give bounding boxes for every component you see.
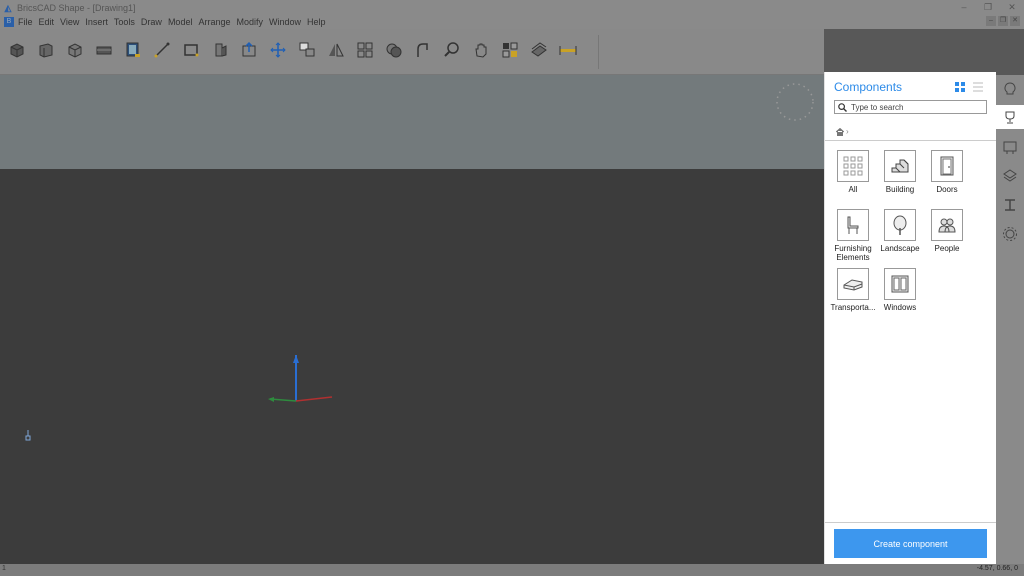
category-landscape[interactable]: Landscape [876,209,924,253]
components-tab-icon[interactable] [1002,109,1018,125]
category-transportation[interactable]: Transporta... [829,268,877,312]
menu-help[interactable]: Help [307,17,326,27]
category-label: Building [885,185,915,194]
menu-modify[interactable]: Modify [236,17,263,27]
mirror-icon[interactable] [324,38,347,61]
menu-file[interactable]: File [18,17,33,27]
rectangle-icon[interactable] [179,38,202,61]
pan-icon[interactable] [469,38,492,61]
zoom-icon[interactable] [440,38,463,61]
status-bar: 1 -4.57, 0.66, 0 [0,564,1024,576]
structure-icon[interactable] [1002,197,1018,213]
menu-bar: B File Edit View Insert Tools Draw Model… [0,15,1024,29]
toolbar-separator [598,35,599,69]
slab-icon[interactable] [92,38,115,61]
status-left-text: 1 [2,565,6,572]
search-icon [838,102,847,112]
menu-model[interactable]: Model [168,17,193,27]
category-people[interactable]: People [923,209,971,253]
search-input[interactable] [851,102,981,112]
list-view-icon[interactable] [973,82,983,92]
category-label: Furnishing Elements [834,244,872,262]
copy-icon[interactable] [295,38,318,61]
wall-icon[interactable] [34,38,57,61]
window-icon[interactable] [121,38,144,61]
window-controls: – ❐ ✕ [952,0,1024,15]
close-button[interactable]: ✕ [1000,0,1024,15]
breadcrumb: › [836,127,849,136]
menu-arrange[interactable]: Arrange [198,17,230,27]
panel-divider [825,522,996,523]
panel-divider [825,140,996,141]
window-pane-icon [891,275,909,293]
people-icon [938,218,956,233]
view-compass-icon[interactable] [774,81,816,123]
car-icon [843,279,863,291]
line-icon[interactable] [150,38,173,61]
components-panel: Components › All Building [824,72,996,564]
coordinate-readout: -4.57, 0.66, 0 [976,565,1018,572]
doc-minimize-button[interactable]: – [986,16,996,26]
category-windows[interactable]: Windows [876,268,924,312]
category-furnishing-elements[interactable]: Furnishing Elements [829,209,877,262]
menu-window[interactable]: Window [269,17,301,27]
ucs-axes-icon [268,355,333,402]
push-pull-icon[interactable] [237,38,260,61]
stairs-icon [891,159,909,173]
cursor-marker-icon [25,430,31,441]
library-icon[interactable] [1002,139,1018,155]
minimize-button[interactable]: – [952,0,976,15]
right-panel-bar [996,75,1024,564]
create-component-button[interactable]: Create component [834,529,987,558]
layers-panel-icon[interactable] [1002,168,1018,184]
doc-close-button[interactable]: ✕ [1010,16,1020,26]
category-label: All [848,185,858,194]
document-icon[interactable]: B [4,17,14,27]
union-icon[interactable] [382,38,405,61]
panel-title: Components [834,80,903,94]
menu-insert[interactable]: Insert [85,17,108,27]
title-bar: ◭ BricsCAD Shape - [Drawing1] – ❐ ✕ [0,0,1024,15]
settings-gear-icon[interactable] [1002,226,1018,242]
chevron-right-icon: › [846,127,849,136]
materials-icon[interactable] [527,38,550,61]
doc-restore-button[interactable]: ❐ [998,16,1008,26]
menu-tools[interactable]: Tools [114,17,135,27]
category-building[interactable]: Building [876,150,924,194]
menu-draw[interactable]: Draw [141,17,162,27]
box-icon[interactable] [5,38,28,61]
chair-icon [847,216,859,234]
dimension-icon[interactable] [556,38,579,61]
window-title: BricsCAD Shape - [Drawing1] [17,2,136,13]
category-label: Windows [883,303,917,312]
search-box[interactable] [834,100,987,114]
menu-edit[interactable]: Edit [39,17,55,27]
app-logo-icon: ◭ [4,2,12,13]
door-icon [940,156,954,176]
home-icon[interactable] [836,127,844,136]
grid-icon [843,156,863,176]
document-window-controls: – ❐ ✕ [986,16,1020,26]
array-icon[interactable] [353,38,376,61]
category-label: Doors [936,185,958,194]
lightbulb-icon[interactable] [1002,81,1018,97]
extrude-icon[interactable] [208,38,231,61]
grid-view-icon[interactable] [955,82,965,92]
category-label: Transporta... [830,303,876,312]
toolbar [0,29,824,75]
move-icon[interactable] [266,38,289,61]
category-label: People [934,244,960,253]
tree-icon [893,215,907,235]
cube-icon[interactable] [63,38,86,61]
drawing-viewport[interactable] [0,75,824,564]
category-doors[interactable]: Doors [923,150,971,194]
layers-icon[interactable] [498,38,521,61]
category-label: Landscape [880,244,920,253]
maximize-button[interactable]: ❐ [976,0,1000,15]
fillet-icon[interactable] [411,38,434,61]
menu-view[interactable]: View [60,17,79,27]
sky-background [0,75,824,169]
category-all[interactable]: All [829,150,877,194]
